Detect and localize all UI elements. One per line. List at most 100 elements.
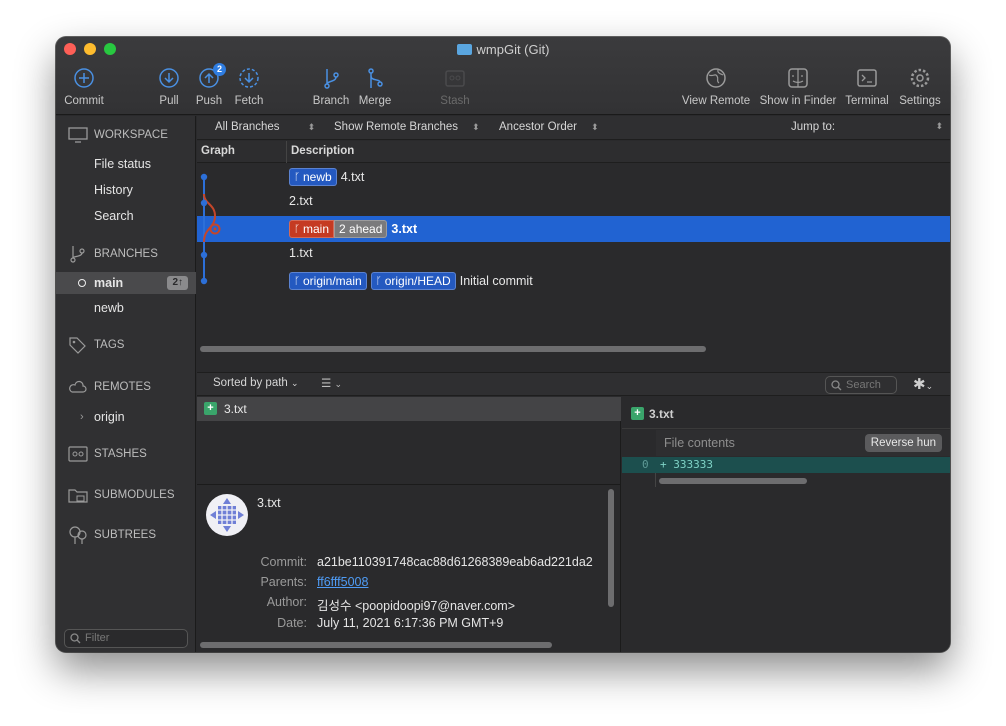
column-divider[interactable] [286, 141, 287, 163]
diff-header: + 3.txt [622, 397, 950, 429]
commit-node [200, 251, 208, 259]
ahead-label: 2 ahead [334, 220, 388, 238]
commit-message: Initial commit [459, 274, 533, 288]
vertical-scrollbar[interactable] [608, 489, 614, 607]
commit-list: ᚴnewb 4.txt 2.txt ᚴmain 2 ahead 3.txt [197, 164, 950, 354]
tag-icon [69, 337, 86, 354]
options-menu-button[interactable]: ✱⌄ [913, 375, 933, 393]
commit-icon [73, 67, 95, 89]
jump-to-select[interactable]: Jump to: ⬍ [791, 121, 943, 133]
parents-label: Parents: [260, 575, 307, 589]
commit-row[interactable]: ᚴ newb 4.txt [197, 164, 950, 190]
gutter-divider [655, 473, 656, 487]
push-count-badge: 2 [213, 63, 226, 76]
merge-button[interactable]: Merge [357, 67, 393, 107]
reverse-hunk-button[interactable]: Reverse hun [864, 434, 942, 452]
sidebar-item-newb[interactable]: newb [56, 297, 196, 319]
file-name: 3.txt [224, 402, 247, 416]
view-remote-button[interactable]: View Remote [681, 67, 751, 107]
sidebar-section-stashes[interactable]: STASHES [68, 444, 147, 464]
horizontal-scrollbar[interactable] [200, 346, 706, 352]
sidebar-section-workspace[interactable]: WORKSPACE [68, 125, 168, 145]
column-graph[interactable]: Graph [201, 145, 235, 157]
commit-table-header: Graph Description [197, 141, 950, 163]
commit-row[interactable]: ᚴ origin/main ᚴ origin/HEAD Initial commit [197, 268, 950, 294]
toolbar: wmpGit (Git) Commit Pull 2 Push Fetch Br… [56, 37, 950, 115]
sidebar-item-history[interactable]: History [56, 179, 196, 201]
added-file-icon: + [204, 402, 217, 415]
window-title: wmpGit (Git) [56, 42, 950, 57]
sidebar-item-main[interactable]: main 2↑ [56, 272, 196, 294]
branch-label[interactable]: ᚴ newb [289, 168, 337, 186]
sidebar-section-submodules[interactable]: SUBMODULES [68, 485, 175, 505]
show-in-finder-button[interactable]: Show in Finder [758, 67, 838, 107]
commit-row-selected[interactable]: ᚴ main 2 ahead 3.txt [197, 216, 950, 242]
app-window: wmpGit (Git) Commit Pull 2 Push Fetch Br… [56, 37, 950, 652]
horizontal-scrollbar[interactable] [200, 642, 552, 648]
commit-row[interactable]: 2.txt [197, 190, 950, 216]
push-button[interactable]: 2 Push [195, 63, 226, 107]
commit-message: 3.txt [391, 222, 418, 236]
branch-icon: ᚴ [294, 171, 300, 183]
globe-icon [705, 67, 727, 89]
fetch-icon [238, 67, 260, 89]
column-description[interactable]: Description [291, 145, 354, 157]
file-row[interactable]: + 3.txt [197, 397, 621, 421]
branch-label[interactable]: ᚴ origin/main [289, 272, 367, 290]
sidebar-item-search[interactable]: Search [56, 205, 196, 227]
chevron-down-icon: ⌄ [334, 379, 343, 389]
branch-icon [70, 246, 85, 263]
sidebar-item-origin[interactable]: › origin [56, 406, 196, 428]
added-file-icon: + [631, 407, 644, 420]
branches-select[interactable]: All Branches ⬍ [215, 121, 315, 133]
sort-select[interactable]: Sorted by path ⌄ [213, 377, 299, 389]
chevron-right-icon[interactable]: › [80, 406, 84, 428]
sidebar-section-remotes[interactable]: REMOTES [68, 377, 151, 397]
avatar [206, 494, 248, 536]
current-branch-indicator [78, 279, 86, 287]
terminal-button[interactable]: Terminal [843, 67, 891, 107]
branch-icon [320, 67, 342, 89]
ahead-count-badge: 2↑ [167, 276, 188, 290]
chevron-down-icon: ⌄ [291, 378, 299, 388]
changed-files-list: + 3.txt [197, 397, 621, 484]
pull-button[interactable]: Pull [155, 67, 183, 107]
tree-icon [69, 526, 87, 544]
merge-icon [364, 67, 386, 89]
line-content: + 333333 [660, 458, 713, 471]
order-select[interactable]: Ancestor Order ⬍ [499, 121, 599, 133]
horizontal-scrollbar[interactable] [659, 478, 807, 484]
submodule-icon [68, 489, 88, 503]
sidebar-section-subtrees[interactable]: SUBTREES [68, 525, 156, 545]
push-icon: 2 [198, 63, 226, 89]
sidebar-filter-input[interactable]: Filter [64, 629, 188, 648]
settings-button[interactable]: Settings [897, 67, 943, 107]
commit-message: 2.txt [289, 194, 313, 208]
fetch-button[interactable]: Fetch [232, 67, 266, 107]
sidebar-section-tags[interactable]: TAGS [68, 335, 124, 355]
head-dot [213, 227, 217, 231]
commit-graph [200, 173, 221, 285]
search-icon [70, 633, 81, 644]
sidebar-item-file-status[interactable]: File status [56, 153, 196, 175]
branch-button[interactable]: Branch [311, 67, 351, 107]
sidebar: WORKSPACE File status History Search BRA… [56, 116, 196, 652]
branch-label[interactable]: ᚴ main 2 ahead [289, 220, 388, 238]
commit-hash: a21be110391748cac88d61268389eab6ad221da2 [317, 555, 593, 569]
view-mode-select[interactable]: ☰ ⌄ [321, 376, 342, 390]
commit-row[interactable]: 1.txt [197, 242, 950, 268]
commit-button[interactable]: Commit [64, 67, 104, 107]
chevron-down-icon: ⌄ [925, 381, 934, 391]
branch-label[interactable]: ᚴ origin/HEAD [370, 272, 456, 290]
stash-button[interactable]: Stash [439, 67, 471, 107]
commit-hash-label: Commit: [260, 555, 307, 569]
file-search-input[interactable]: Search [825, 376, 897, 394]
date-label: Date: [277, 616, 307, 630]
parent-commit-link[interactable]: ff6fff5008 [317, 575, 368, 589]
remote-branches-select[interactable]: Show Remote Branches ⬍ [334, 121, 480, 133]
list-icon: ☰ [321, 378, 332, 390]
sidebar-section-branches[interactable]: BRANCHES [68, 244, 158, 264]
folder-icon [456, 44, 472, 55]
diff-file-name: 3.txt [649, 407, 674, 421]
monitor-icon [68, 127, 88, 143]
